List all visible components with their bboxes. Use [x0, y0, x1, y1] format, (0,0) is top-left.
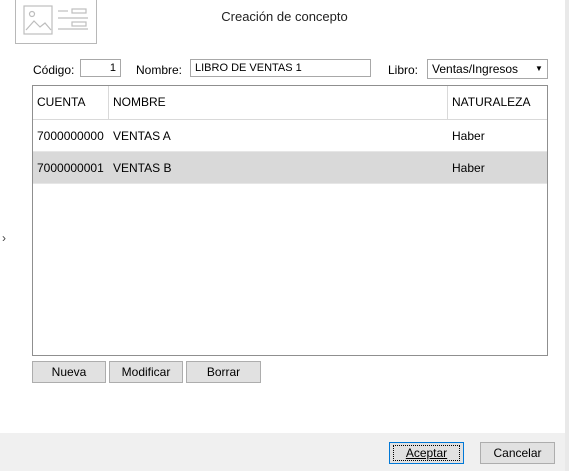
- nombre-label: Nombre:: [136, 63, 183, 77]
- modificar-button[interactable]: Modificar: [109, 361, 183, 383]
- table-row[interactable]: 7000000000 VENTAS A Haber: [33, 120, 547, 152]
- grid-header: CUENTA NOMBRE NATURALEZA: [33, 86, 547, 120]
- window-border: [565, 0, 569, 471]
- libro-label: Libro:: [388, 63, 419, 77]
- cell-cuenta: 7000000001: [37, 161, 104, 175]
- codigo-label: Código:: [33, 63, 75, 77]
- chevron-right-icon[interactable]: ›: [2, 231, 6, 245]
- chevron-down-icon[interactable]: ▼: [531, 60, 547, 78]
- column-header-nombre[interactable]: NOMBRE: [109, 86, 447, 119]
- cancelar-button[interactable]: Cancelar: [480, 442, 555, 464]
- column-header-cuenta[interactable]: CUENTA: [33, 86, 108, 119]
- cell-nombre: VENTAS A: [113, 129, 171, 143]
- column-header-naturaleza[interactable]: NATURALEZA: [448, 86, 547, 119]
- accounts-grid[interactable]: CUENTA NOMBRE NATURALEZA 7000000000 VENT…: [32, 85, 548, 356]
- borrar-button[interactable]: Borrar: [186, 361, 261, 383]
- cell-cuenta: 7000000000: [37, 129, 104, 143]
- nombre-field[interactable]: LIBRO DE VENTAS 1: [190, 59, 371, 77]
- table-row-selected[interactable]: 7000000001 VENTAS B Haber: [33, 152, 547, 184]
- aceptar-button[interactable]: Aceptar: [389, 442, 464, 464]
- cell-naturaleza: Haber: [452, 129, 485, 143]
- libro-select-value: Ventas/Ingresos: [432, 62, 519, 76]
- cell-nombre: VENTAS B: [113, 161, 172, 175]
- cell-naturaleza: Haber: [452, 161, 485, 175]
- libro-select[interactable]: Ventas/Ingresos ▼: [427, 59, 548, 79]
- aceptar-label: Aceptar: [392, 445, 461, 461]
- concept-dialog: Creación de concepto Código: 1 Nombre: L…: [0, 0, 569, 471]
- nueva-button[interactable]: Nueva: [32, 361, 106, 383]
- dialog-title: Creación de concepto: [221, 9, 348, 24]
- codigo-field[interactable]: 1: [80, 59, 121, 77]
